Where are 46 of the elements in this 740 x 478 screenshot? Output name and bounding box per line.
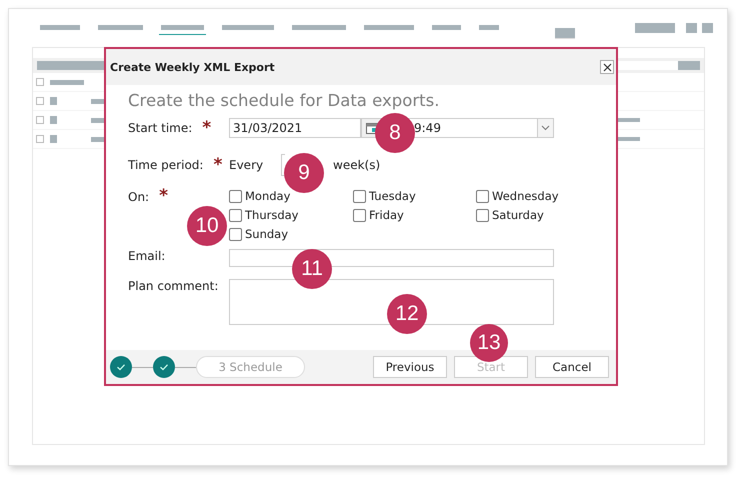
cell-placeholder bbox=[50, 116, 57, 124]
comment-field[interactable] bbox=[229, 279, 554, 325]
row-checkbox[interactable] bbox=[36, 97, 44, 105]
dialog-heading: Create the schedule for Data exports. bbox=[128, 91, 440, 110]
unit-label: week(s) bbox=[333, 158, 380, 172]
cell-placeholder bbox=[50, 97, 57, 105]
day-checkbox[interactable]: Wednesday bbox=[476, 188, 566, 204]
close-button[interactable] bbox=[600, 60, 614, 74]
cell-placeholder bbox=[618, 137, 640, 141]
day-checkbox[interactable]: Sunday bbox=[229, 226, 353, 242]
required-mark: * bbox=[202, 120, 212, 136]
day-checkbox[interactable]: Thursday bbox=[229, 207, 353, 223]
dialog-title: Create Weekly XML Export bbox=[110, 60, 275, 74]
cell-placeholder bbox=[50, 80, 84, 84]
callout-badge: 10 bbox=[187, 206, 227, 246]
row-checkbox[interactable] bbox=[36, 135, 44, 143]
search-placeholder[interactable] bbox=[555, 28, 575, 39]
dialog-button[interactable]: Cancel bbox=[535, 356, 609, 378]
every-label: Every bbox=[229, 158, 264, 172]
callout-badge: 9 bbox=[284, 153, 324, 193]
date-field[interactable]: 31/03/2021 bbox=[229, 118, 361, 138]
required-mark: * bbox=[159, 188, 168, 205]
field-label: On: bbox=[128, 190, 150, 204]
title-placeholder bbox=[37, 61, 105, 70]
row-checkbox[interactable] bbox=[36, 116, 44, 124]
day-checkbox[interactable]: Friday bbox=[353, 207, 476, 223]
dialog-button[interactable]: Previous bbox=[373, 356, 447, 378]
nav-tab-placeholder[interactable] bbox=[159, 25, 206, 35]
day-checkbox[interactable]: Saturday bbox=[476, 207, 566, 223]
chevron-down-icon bbox=[541, 125, 550, 131]
dropdown-button[interactable] bbox=[537, 118, 554, 138]
cell-placeholder bbox=[91, 118, 105, 122]
field-label: Email: bbox=[128, 249, 166, 263]
cell-placeholder bbox=[50, 135, 57, 143]
cell-placeholder bbox=[91, 136, 105, 142]
required-mark: * bbox=[213, 156, 222, 174]
cell-placeholder bbox=[91, 98, 105, 104]
day-checkbox[interactable]: Tuesday bbox=[353, 188, 476, 204]
step-pill: 3 Schedule bbox=[196, 356, 305, 378]
cell-placeholder bbox=[618, 118, 640, 122]
field-label: Time period: bbox=[128, 158, 204, 172]
row-checkbox[interactable] bbox=[36, 78, 44, 86]
calendar-icon bbox=[366, 122, 378, 134]
field-label: Plan comment: bbox=[128, 279, 218, 293]
close-icon bbox=[602, 62, 612, 72]
field-label: Start time: bbox=[128, 121, 192, 135]
